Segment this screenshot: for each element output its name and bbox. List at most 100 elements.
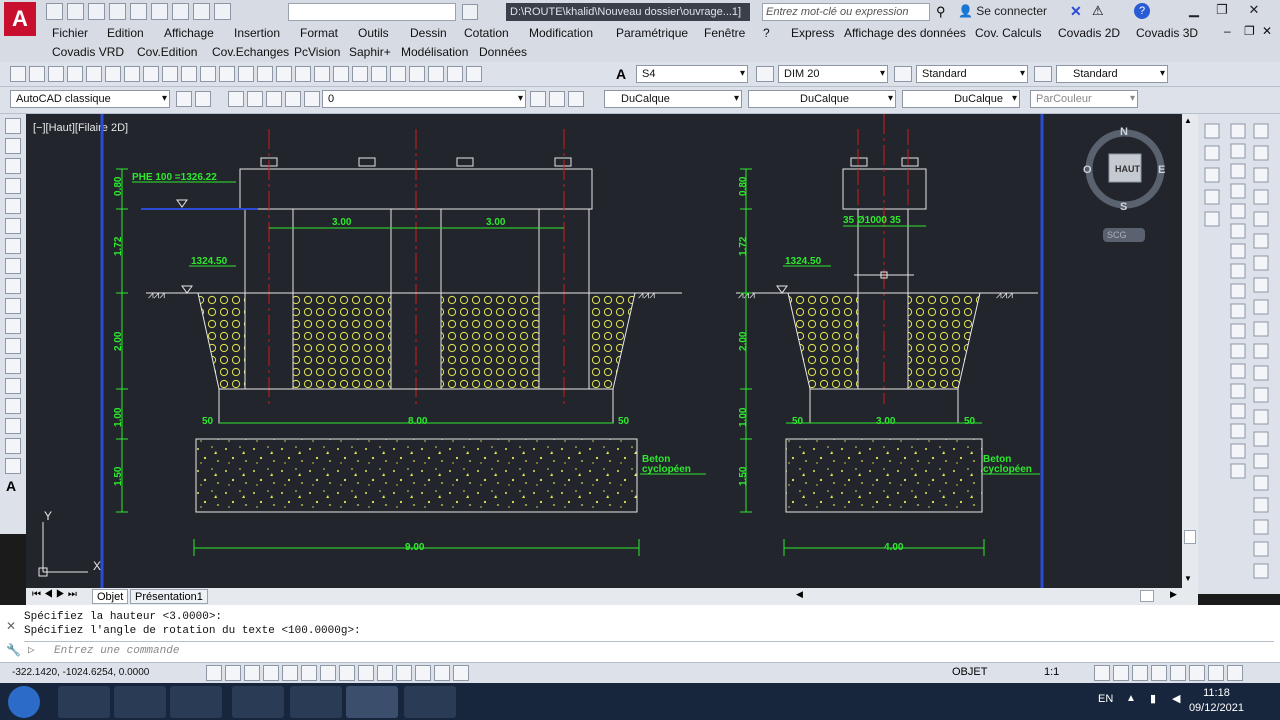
menu-pcvision[interactable]: PcVision bbox=[294, 45, 340, 59]
save-file-icon[interactable] bbox=[48, 66, 64, 82]
isolate-icon[interactable] bbox=[1170, 665, 1186, 681]
snap-insert-icon[interactable] bbox=[1253, 321, 1269, 337]
properties-icon[interactable] bbox=[352, 66, 368, 82]
compass-south[interactable]: S bbox=[1120, 201, 1127, 213]
menu-saphir[interactable]: Saphir+ bbox=[349, 45, 391, 59]
close-command-icon[interactable]: ✕ bbox=[6, 619, 16, 633]
match-properties-icon[interactable] bbox=[200, 66, 216, 82]
close-button[interactable]: ✕ bbox=[1240, 1, 1268, 19]
scroll-thumb[interactable] bbox=[1184, 530, 1196, 544]
start-button[interactable] bbox=[8, 686, 40, 718]
snap-mode-icon[interactable] bbox=[225, 665, 241, 681]
block-editor-icon[interactable] bbox=[219, 66, 235, 82]
menu-cov-calculs[interactable]: Cov. Calculs bbox=[975, 26, 1041, 40]
menu-cotation[interactable]: Cotation bbox=[464, 26, 509, 40]
workspace-switch-icon[interactable] bbox=[1132, 665, 1148, 681]
viewport-label[interactable]: [−][Haut][Filaire 2D] bbox=[33, 122, 128, 134]
publish-icon[interactable] bbox=[105, 66, 121, 82]
annotation-scale[interactable]: 1:1 bbox=[1044, 666, 1059, 678]
copy-clip-icon[interactable] bbox=[1204, 123, 1220, 139]
exchange-icon[interactable]: ✕ bbox=[1070, 3, 1082, 20]
menu-modification[interactable]: Modification bbox=[529, 26, 593, 40]
ellipse-icon[interactable] bbox=[5, 298, 21, 314]
zoom-realtime-icon[interactable] bbox=[295, 66, 311, 82]
language-indicator[interactable]: EN bbox=[1098, 693, 1113, 705]
extend-icon[interactable] bbox=[1230, 323, 1246, 339]
snap-from-icon[interactable] bbox=[1253, 475, 1269, 491]
3d-print-icon[interactable] bbox=[124, 66, 140, 82]
ellipse-arc-icon[interactable] bbox=[5, 318, 21, 334]
hscroll-right-icon[interactable]: ▶ bbox=[1170, 589, 1177, 600]
snap-intersection-icon[interactable] bbox=[1253, 189, 1269, 205]
menu-modelisation[interactable]: Modélisation bbox=[401, 45, 468, 59]
mirror-icon[interactable] bbox=[1230, 163, 1246, 179]
workspace-save-icon[interactable] bbox=[195, 91, 211, 107]
make-block-icon[interactable] bbox=[5, 358, 21, 374]
multileader-style-dropdown[interactable]: Standard bbox=[1056, 65, 1168, 83]
workspace-dropdown[interactable]: AutoCAD classique bbox=[10, 90, 170, 108]
point-icon[interactable] bbox=[5, 378, 21, 394]
sign-in-button[interactable]: 👤 Se connecter bbox=[958, 4, 1047, 18]
snap-parallel-icon[interactable] bbox=[1253, 299, 1269, 315]
rotate-icon[interactable] bbox=[1230, 243, 1246, 259]
snap-temp-icon[interactable] bbox=[1253, 497, 1269, 513]
network-icon[interactable]: ▮ bbox=[1150, 692, 1156, 705]
print-icon[interactable] bbox=[151, 3, 168, 20]
tab-presentation1[interactable]: Présentation1 bbox=[130, 589, 208, 604]
copy-object-icon[interactable] bbox=[1230, 143, 1246, 159]
hscroll-thumb[interactable] bbox=[1140, 590, 1154, 602]
snap-tangent-icon[interactable] bbox=[1253, 255, 1269, 271]
insert-block-icon[interactable] bbox=[5, 338, 21, 354]
undo-tool-icon[interactable] bbox=[238, 66, 254, 82]
powerpoint-taskbar-icon[interactable] bbox=[170, 686, 222, 718]
snap-icon[interactable] bbox=[1253, 123, 1269, 139]
transparency-icon[interactable] bbox=[396, 665, 412, 681]
scale-icon[interactable] bbox=[1230, 263, 1246, 279]
lock-icon[interactable] bbox=[285, 91, 301, 107]
status-menu-icon[interactable] bbox=[1208, 665, 1224, 681]
snap-center-icon[interactable] bbox=[1253, 211, 1269, 227]
attach-icon[interactable] bbox=[1204, 211, 1220, 227]
xref-icon[interactable] bbox=[1204, 167, 1220, 183]
design-center-icon[interactable] bbox=[371, 66, 387, 82]
color-dropdown[interactable]: DuCalque bbox=[604, 90, 742, 108]
linetype-dropdown[interactable]: DuCalque bbox=[748, 90, 896, 108]
am-icon[interactable] bbox=[453, 665, 469, 681]
region-icon[interactable] bbox=[5, 438, 21, 454]
menu-help[interactable]: ? bbox=[763, 26, 770, 40]
ducs-icon[interactable] bbox=[339, 665, 355, 681]
compass-west[interactable]: O bbox=[1083, 164, 1092, 176]
snap-nearest-icon[interactable] bbox=[1253, 365, 1269, 381]
polar-icon[interactable] bbox=[263, 665, 279, 681]
arc-icon[interactable] bbox=[5, 218, 21, 234]
drawing-canvas[interactable]: [−][Haut][Filaire 2D] ⩘⩘⩘ ⩘⩘⩘ PHE 100 =1… bbox=[26, 114, 1182, 588]
window-icon[interactable] bbox=[462, 4, 478, 20]
construction-line-icon[interactable] bbox=[5, 138, 21, 154]
snap-mid2-icon[interactable] bbox=[1253, 541, 1269, 557]
menu-fenetre[interactable]: Fenêtre bbox=[704, 26, 745, 40]
new-icon[interactable] bbox=[46, 3, 63, 20]
wrench-icon[interactable]: 🔧 bbox=[6, 643, 21, 657]
preview-icon[interactable] bbox=[86, 66, 102, 82]
dyn-icon[interactable] bbox=[358, 665, 374, 681]
tab-objet[interactable]: Objet bbox=[92, 589, 129, 604]
menu-outils[interactable]: Outils bbox=[358, 26, 389, 40]
scroll-down-icon[interactable]: ▼ bbox=[1184, 574, 1192, 583]
snap-midpoint-icon[interactable] bbox=[1253, 167, 1269, 183]
polygon-icon[interactable] bbox=[5, 178, 21, 194]
bulb-icon[interactable] bbox=[247, 91, 263, 107]
model-space-button[interactable]: OBJET bbox=[952, 666, 987, 678]
explorer-taskbar-icon[interactable] bbox=[290, 686, 342, 718]
menu-insertion[interactable]: Insertion bbox=[234, 26, 280, 40]
line-icon[interactable] bbox=[5, 118, 21, 134]
move-icon[interactable] bbox=[1230, 223, 1246, 239]
osnap-icon[interactable] bbox=[282, 665, 298, 681]
redo-tool-icon[interactable] bbox=[257, 66, 273, 82]
new-file-icon[interactable] bbox=[10, 66, 26, 82]
doc-minimize-button[interactable]: – bbox=[1224, 24, 1231, 38]
erase-icon[interactable] bbox=[1230, 123, 1246, 139]
viewcube[interactable]: HAUT N S E O SCG bbox=[1083, 126, 1165, 242]
snap-settings-icon[interactable] bbox=[1253, 409, 1269, 425]
menu-affichage[interactable]: Affichage bbox=[164, 26, 214, 40]
dim-aligned-icon[interactable] bbox=[1230, 463, 1246, 479]
